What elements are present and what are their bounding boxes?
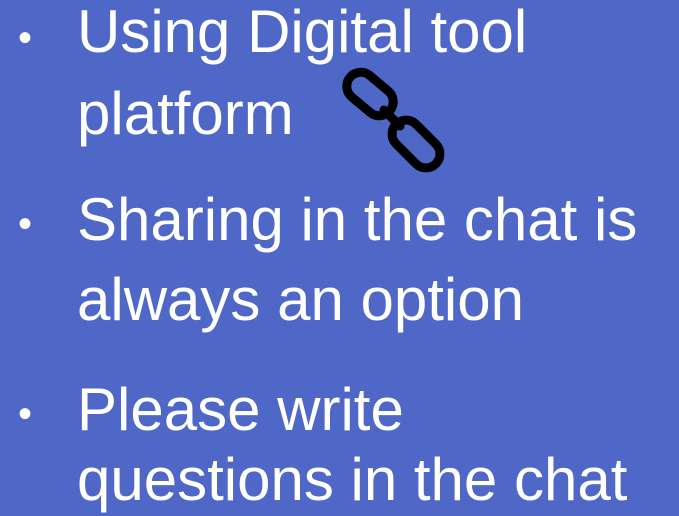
bullet-text-line-2: always an option <box>77 266 524 333</box>
bullet-marker: • <box>18 392 33 436</box>
bullet-text-line-1: Sharing in the chat is <box>77 186 638 253</box>
bullet-text-line-2: questions in the chat <box>77 446 628 513</box>
slide: • Using Digital tool platform • Sharing … <box>0 0 679 516</box>
bullet-text-line-2: platform <box>77 80 294 147</box>
bullet-text-line-1: Using Digital tool <box>77 0 528 65</box>
bullet-text-line-1: Please write <box>77 376 404 443</box>
bullet-marker: • <box>18 202 33 246</box>
bullet-marker: • <box>18 16 33 60</box>
chain-link-icon[interactable] <box>338 66 450 174</box>
